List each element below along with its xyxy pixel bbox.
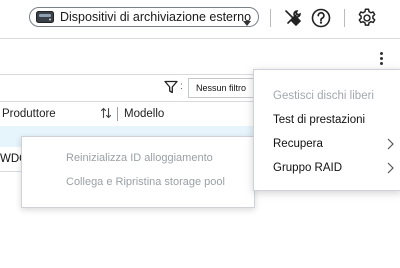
action-menu: Gestisci dischi liberi Test di prestazio… xyxy=(253,69,400,191)
sort-icon[interactable] xyxy=(100,107,112,122)
gear-icon[interactable] xyxy=(356,7,378,29)
column-divider[interactable] xyxy=(117,107,118,121)
menu-item-manage-free-disks: Gestisci dischi liberi xyxy=(273,90,374,102)
toolbar: Dispositivi di archiviazione esterno xyxy=(0,0,400,39)
storage-type-select[interactable]: Dispositivi di archiviazione esterno xyxy=(29,7,259,27)
menu-item-attach-restore-storage-pool: Collega e Ripristina storage pool xyxy=(66,176,225,188)
column-header-producer[interactable]: Produttore xyxy=(2,108,56,120)
external-drive-icon xyxy=(36,11,54,23)
help-icon[interactable] xyxy=(311,8,331,28)
column-header-model[interactable]: Modello xyxy=(124,108,164,120)
menu-item-reinitialize-enclosure-id: Reinizializza ID alloggiamento xyxy=(66,152,213,164)
filter-select[interactable]: Nessun filtro xyxy=(188,78,254,98)
chevron-down-icon xyxy=(243,14,251,32)
context-menu: Reinizializza ID alloggiamento Collega e… xyxy=(21,136,255,208)
toolbar-divider xyxy=(270,9,271,27)
filter-icon[interactable] xyxy=(164,80,178,99)
chevron-right-icon xyxy=(387,137,394,155)
menu-item-recover[interactable]: Recupera xyxy=(273,138,323,150)
filter-separator: : xyxy=(180,81,183,92)
menu-item-raid-group[interactable]: Gruppo RAID xyxy=(273,162,342,174)
tools-icon[interactable] xyxy=(283,8,303,28)
storage-type-label: Dispositivi di archiviazione esterno xyxy=(60,10,252,24)
chevron-right-icon xyxy=(387,161,394,179)
toolbar-divider xyxy=(344,9,345,27)
more-vertical-icon[interactable] xyxy=(374,51,388,67)
menu-item-performance-test[interactable]: Test di prestazioni xyxy=(273,114,365,126)
